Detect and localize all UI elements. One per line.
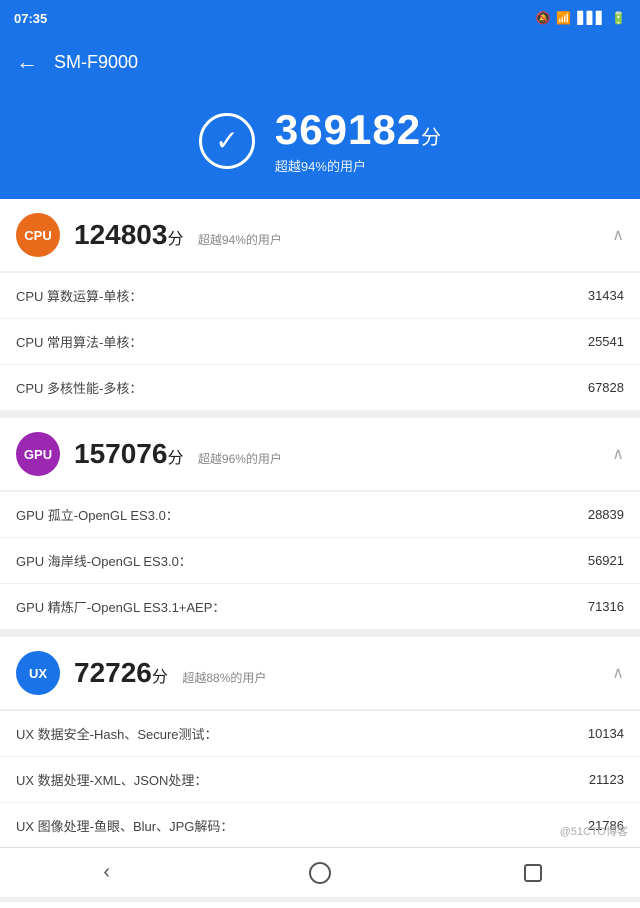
ux-score-container: 72726分 超越88%的用户 <box>74 657 266 689</box>
gpu-row-2-label: GPU 海岸线-OpenGL ES3.0： <box>16 551 192 570</box>
ux-row-2-label: UX 数据处理-XML、JSON处理： <box>16 770 207 789</box>
ux-section-header[interactable]: UX 72726分 超越88%的用户 ∧ <box>0 637 640 710</box>
status-time: 07:35 <box>14 11 47 26</box>
total-score: 369182分 <box>275 106 441 154</box>
cpu-row-1-label: CPU 算数运算-单核： <box>16 286 142 305</box>
ux-row-1-label: UX 数据安全-Hash、Secure测试： <box>16 724 218 743</box>
signal-icon: ▋▋▋ <box>577 11 605 25</box>
cpu-score-container: 124803分 超越94%的用户 <box>74 219 282 251</box>
gpu-section: GPU 157076分 超越96%的用户 ∧ GPU 孤立-OpenGL ES3… <box>0 418 640 629</box>
mem-partial: MEM <box>0 902 640 908</box>
main-content: CPU 124803分 超越94%的用户 ∧ CPU 算数运算-单核： 3143… <box>0 199 640 908</box>
status-icons: 🔕 📶 ▋▋▋ 🔋 <box>535 11 626 25</box>
gpu-row-2-value: 56921 <box>588 553 624 568</box>
cpu-percentile: 超越94%的用户 <box>198 233 282 247</box>
status-bar: 07:35 🔕 📶 ▋▋▋ 🔋 <box>0 0 640 36</box>
gpu-chevron-icon[interactable]: ∧ <box>612 444 624 464</box>
check-circle-icon: ✓ <box>199 113 255 169</box>
cpu-row-1: CPU 算数运算-单核： 31434 <box>0 272 640 318</box>
nav-home-button[interactable] <box>290 855 350 891</box>
nav-recent-button[interactable] <box>503 855 563 891</box>
gpu-row-1: GPU 孤立-OpenGL ES3.0： 28839 <box>0 491 640 537</box>
cpu-row-3-label: CPU 多核性能-多核： <box>16 378 142 397</box>
gpu-row-1-label: GPU 孤立-OpenGL ES3.0： <box>16 505 179 524</box>
ux-chevron-icon[interactable]: ∧ <box>612 663 624 683</box>
gpu-row-3-value: 71316 <box>588 599 624 614</box>
gpu-row-1-value: 28839 <box>588 507 624 522</box>
bottom-nav: ‹ <box>0 847 640 897</box>
gpu-section-header[interactable]: GPU 157076分 超越96%的用户 ∧ <box>0 418 640 491</box>
ux-row-1: UX 数据安全-Hash、Secure测试： 10134 <box>0 710 640 756</box>
nav-recent-icon <box>524 864 542 882</box>
ux-percentile: 超越88%的用户 <box>182 671 266 685</box>
cpu-badge: CPU <box>16 213 60 257</box>
mem-section: MEM <box>0 902 640 908</box>
nav-back-icon: ‹ <box>103 861 110 884</box>
nav-back-button[interactable]: ‹ <box>77 855 137 891</box>
battery-icon: 🔋 <box>611 11 626 25</box>
ux-badge: UX <box>16 651 60 695</box>
ux-row-1-value: 10134 <box>588 726 624 741</box>
gpu-row-3: GPU 精炼厂-OpenGL ES3.1+AEP： 71316 <box>0 583 640 629</box>
score-subtitle: 超越94%的用户 <box>275 156 441 175</box>
gpu-row-3-label: GPU 精炼厂-OpenGL ES3.1+AEP： <box>16 597 225 616</box>
cpu-section: CPU 124803分 超越94%的用户 ∧ CPU 算数运算-单核： 3143… <box>0 199 640 410</box>
title-bar: ← SM-F9000 <box>0 36 640 88</box>
ux-row-3-label: UX 图像处理-鱼眼、Blur、JPG解码： <box>16 816 233 835</box>
back-button[interactable]: ← <box>16 49 38 75</box>
wifi-icon: 📶 <box>556 11 571 25</box>
ux-row-2-value: 21123 <box>589 772 624 787</box>
page-title: SM-F9000 <box>54 52 138 73</box>
gpu-score: 157076 <box>74 438 167 469</box>
ux-score: 72726 <box>74 657 152 688</box>
cpu-row-2-label: CPU 常用算法-单核： <box>16 332 142 351</box>
ux-row-2: UX 数据处理-XML、JSON处理： 21123 <box>0 756 640 802</box>
mute-icon: 🔕 <box>535 11 550 25</box>
nav-home-icon <box>309 862 331 884</box>
ux-row-3: UX 图像处理-鱼眼、Blur、JPG解码： 21786 <box>0 802 640 848</box>
score-header: ✓ 369182分 超越94%的用户 <box>0 88 640 199</box>
cpu-row-2: CPU 常用算法-单核： 25541 <box>0 318 640 364</box>
gpu-badge: GPU <box>16 432 60 476</box>
cpu-row-1-value: 31434 <box>588 288 624 303</box>
cpu-row-3-value: 67828 <box>588 380 624 395</box>
cpu-row-2-value: 25541 <box>588 334 624 349</box>
gpu-percentile: 超越96%的用户 <box>198 452 282 466</box>
cpu-row-3: CPU 多核性能-多核： 67828 <box>0 364 640 410</box>
cpu-score: 124803 <box>74 219 167 250</box>
gpu-row-2: GPU 海岸线-OpenGL ES3.0： 56921 <box>0 537 640 583</box>
watermark: @51CTO博客 <box>560 823 628 839</box>
cpu-chevron-icon[interactable]: ∧ <box>612 225 624 245</box>
gpu-score-container: 157076分 超越96%的用户 <box>74 438 282 470</box>
score-info: 369182分 超越94%的用户 <box>275 106 441 175</box>
cpu-section-header[interactable]: CPU 124803分 超越94%的用户 ∧ <box>0 199 640 272</box>
